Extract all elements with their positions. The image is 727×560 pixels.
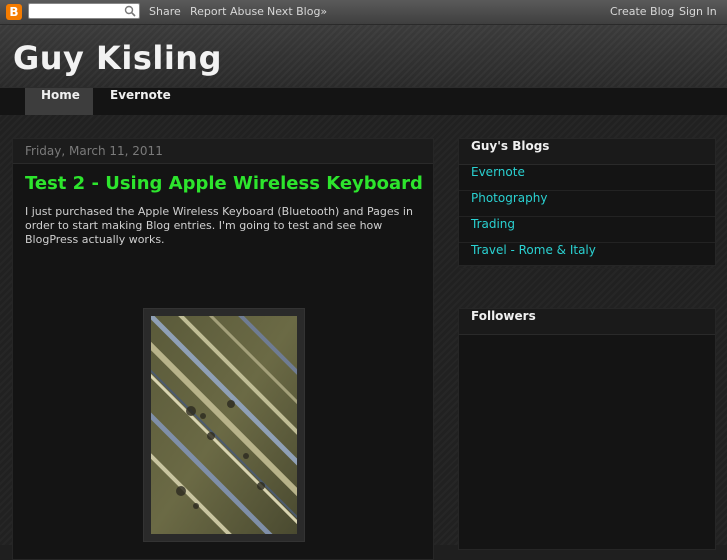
blogger-navbar: B Share Report Abuse Next Blog» Create B…: [0, 0, 727, 25]
blogs-widget: Guy's Blogs Evernote Photography Trading…: [458, 138, 716, 269]
page-tabs: Home Evernote: [0, 87, 727, 116]
next-blog-link[interactable]: Next Blog»: [267, 5, 327, 18]
create-blog-link[interactable]: Create Blog: [610, 5, 674, 18]
post-date: Friday, March 11, 2011: [13, 139, 433, 164]
post-body: I just purchased the Apple Wireless Keyb…: [25, 205, 413, 246]
blog-link-travel[interactable]: Travel - Rome & Italy: [459, 243, 715, 269]
report-abuse-link[interactable]: Report Abuse: [190, 5, 264, 18]
search-box[interactable]: [28, 3, 140, 23]
blogger-logo-icon[interactable]: B: [6, 4, 22, 20]
followers-widget-title: Followers: [459, 309, 715, 335]
main-column: Friday, March 11, 2011 Test 2 - Using Ap…: [12, 138, 434, 560]
blogs-widget-title: Guy's Blogs: [459, 139, 715, 165]
search-input[interactable]: [29, 8, 125, 23]
tab-home[interactable]: Home: [25, 88, 93, 115]
blog-link-photography[interactable]: Photography: [459, 191, 715, 217]
blog-header: Guy Kisling: [0, 25, 727, 87]
tab-evernote[interactable]: Evernote: [94, 88, 187, 115]
sign-in-link[interactable]: Sign In: [679, 5, 717, 18]
abstract-photo: [151, 316, 297, 534]
post-image[interactable]: [143, 308, 305, 542]
blog-link-evernote[interactable]: Evernote: [459, 165, 715, 191]
followers-widget: Followers: [458, 308, 716, 550]
search-icon[interactable]: [124, 5, 136, 17]
post-title[interactable]: Test 2 - Using Apple Wireless Keyboard: [25, 173, 423, 194]
blog-title[interactable]: Guy Kisling: [13, 39, 222, 77]
share-link[interactable]: Share: [149, 5, 181, 18]
blogs-list: Evernote Photography Trading Travel - Ro…: [459, 165, 715, 269]
blog-link-trading[interactable]: Trading: [459, 217, 715, 243]
